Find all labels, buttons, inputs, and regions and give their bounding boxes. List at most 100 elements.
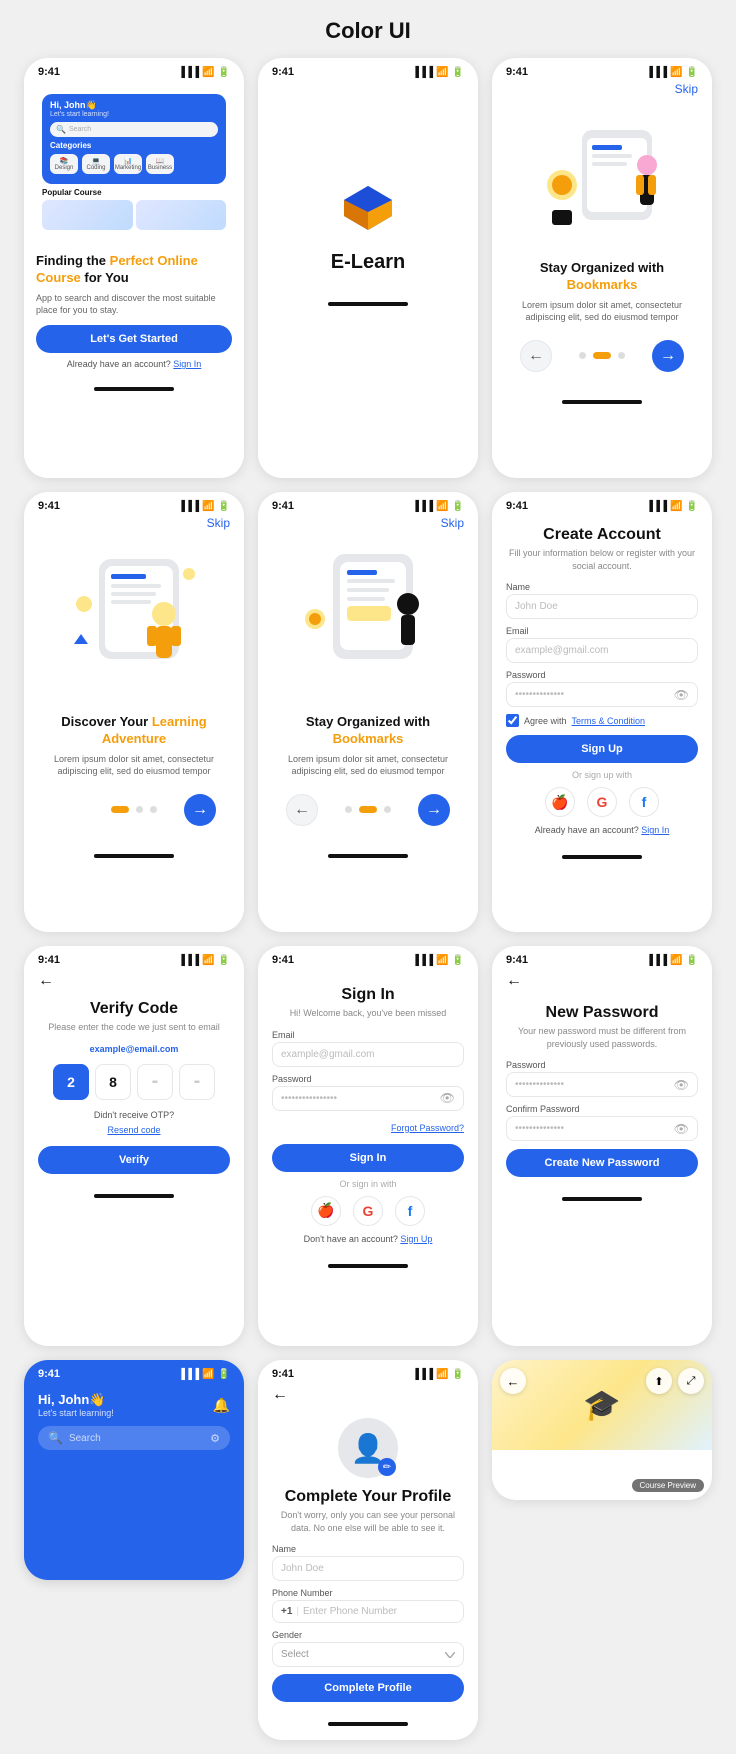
next-button-ob2[interactable]: →: [184, 794, 216, 826]
back-arrow-np[interactable]: ←: [492, 970, 712, 994]
verify-digit-3[interactable]: -: [137, 1064, 173, 1100]
onboard1-nav: ← →: [504, 332, 700, 382]
terms-link[interactable]: Terms & Condition: [572, 716, 646, 726]
skip-button-ob3[interactable]: Skip: [258, 516, 478, 534]
np-password-label: Password: [506, 1060, 698, 1070]
verify-title: Verify Code: [38, 1000, 230, 1018]
forgot-password-link[interactable]: Forgot Password?: [272, 1118, 464, 1136]
lets-get-started-button[interactable]: Let's Get Started: [36, 325, 232, 353]
verify-digit-4[interactable]: -: [179, 1064, 215, 1100]
email-label: Email: [506, 626, 698, 636]
course-share-button[interactable]: ⬆: [646, 1368, 672, 1394]
onboard2-title: Discover Your Learning Adventure: [36, 714, 232, 748]
create-new-password-button[interactable]: Create New Password: [506, 1149, 698, 1177]
cp-subtitle: Don't worry, only you can see your perso…: [272, 1509, 464, 1534]
next-button-ob1[interactable]: →: [652, 340, 684, 372]
splash-logo-icon: [340, 182, 396, 239]
signin-email-input: example@gmail.com: [272, 1042, 464, 1067]
search-placeholder: Search: [69, 126, 91, 133]
onboard2-card: 9:41 ▐▐▐📶🔋 Skip: [24, 492, 244, 932]
bell-icon[interactable]: 🔔: [213, 1397, 230, 1414]
cp-phone-label: Phone Number: [272, 1588, 464, 1598]
avatar: 👤 ✏: [338, 1418, 398, 1478]
home-card: 9:41 ▐▐▐📶🔋 Hi, John👋 Let's start learnin…: [24, 58, 244, 478]
cp-phone-input[interactable]: +1 | Enter Phone Number: [272, 1600, 464, 1623]
course-expand-button[interactable]: ⤢: [678, 1368, 704, 1394]
resend-label: Didn't receive OTP?: [38, 1110, 230, 1120]
skip-button-ob2[interactable]: Skip: [24, 516, 244, 534]
signin-email-label: Email: [272, 1030, 464, 1040]
cp-bottom-bar: [328, 1722, 408, 1726]
verify-button[interactable]: Verify: [38, 1146, 230, 1174]
np-bottom-bar: [562, 1197, 642, 1201]
already-text: Already have an account? Sign In: [506, 825, 698, 835]
onboard3-title: Stay Organized with Bookmarks: [270, 714, 466, 748]
prev-button-ob1[interactable]: ←: [520, 340, 552, 372]
signup-button[interactable]: Sign Up: [506, 735, 698, 763]
verify-bottom-bar: [94, 1194, 174, 1198]
social-icons: 🍎 G f: [506, 787, 698, 817]
signin-google-button[interactable]: G: [353, 1196, 383, 1226]
signin-subtitle: Hi! Welcome back, you've been missed: [272, 1007, 464, 1020]
status-bar-splash: 9:41 ▐▐▐📶🔋: [258, 58, 478, 82]
resend-area: Didn't receive OTP? Resend code: [38, 1110, 230, 1138]
back-arrow-verify[interactable]: ←: [24, 970, 244, 994]
signin-apple-button[interactable]: 🍎: [311, 1196, 341, 1226]
blue-search[interactable]: 🔍 ⚙: [38, 1426, 230, 1450]
signin-password-input: •••••••••••••••• 👁: [272, 1086, 464, 1111]
sign-in-link-anchor[interactable]: Sign In: [173, 359, 201, 369]
onboard2-subtitle: Lorem ipsum dolor sit amet, consectetur …: [36, 753, 232, 778]
greeting-text: Hi, John👋: [50, 100, 218, 111]
next-button-ob3[interactable]: →: [418, 794, 450, 826]
home-subtitle: App to search and discover the most suit…: [36, 292, 232, 317]
onboard2-illustration: [24, 534, 244, 704]
status-bar-verify: 9:41 ▐▐▐📶🔋: [24, 946, 244, 970]
cp-name-input: John Doe: [272, 1556, 464, 1581]
onboard3-nav: ← →: [270, 786, 466, 836]
create-account-subtitle: Fill your information below or register …: [506, 547, 698, 572]
agree-checkbox[interactable]: [506, 714, 519, 727]
status-bar-np: 9:41 ▐▐▐📶🔋: [492, 946, 712, 970]
verify-digit-2[interactable]: 8: [95, 1064, 131, 1100]
google-login-button[interactable]: G: [587, 787, 617, 817]
status-bar-ob2: 9:41 ▐▐▐📶🔋: [24, 492, 244, 516]
prev-button-ob3[interactable]: ←: [286, 794, 318, 826]
eye-icon: 👁: [674, 688, 689, 702]
ca-bottom-bar: [562, 855, 642, 859]
onboard3-illustration: [258, 534, 478, 704]
splash-bottom-bar: [328, 302, 408, 306]
verify-digit-1[interactable]: 2: [53, 1064, 89, 1100]
complete-profile-card: 9:41 ▐▐▐📶🔋 ← 👤 ✏ Complete Your Profile D…: [258, 1360, 478, 1740]
np-password-input: •••••••••••••• 👁: [506, 1072, 698, 1097]
signup-link-signin[interactable]: Sign Up: [400, 1234, 432, 1244]
complete-profile-button[interactable]: Complete Profile: [272, 1674, 464, 1702]
signin-facebook-button[interactable]: f: [395, 1196, 425, 1226]
status-bar-cp: 9:41 ▐▐▐📶🔋: [258, 1360, 478, 1384]
signin-link[interactable]: Sign In: [641, 825, 669, 835]
onboard3-card: 9:41 ▐▐▐📶🔋 Skip: [258, 492, 478, 932]
onboard1-illustration: [492, 100, 712, 250]
home-title: Finding the Perfect Online Course for Yo…: [36, 253, 232, 287]
cp-gender-select[interactable]: Select Male Female: [272, 1642, 464, 1667]
resend-link[interactable]: Resend code: [107, 1125, 160, 1135]
np-confirm-input: •••••••••••••• 👁: [506, 1116, 698, 1141]
skip-button-ob1[interactable]: Skip: [492, 82, 712, 100]
signin-social-icons: 🍎 G f: [272, 1196, 464, 1226]
course-preview-label-badge: Course Preview: [632, 1479, 704, 1492]
avatar-edit-button[interactable]: ✏: [378, 1458, 396, 1476]
apple-login-button[interactable]: 🍎: [545, 787, 575, 817]
signin-title: Sign In: [272, 986, 464, 1004]
status-bar-hb: 9:41 ▐▐▐📶🔋: [24, 1360, 244, 1384]
popular-label: Popular Course: [42, 188, 226, 197]
verify-inputs: 2 8 - -: [38, 1064, 230, 1100]
onboard1-card: 9:41 ▐▐▐📶🔋 Skip: [492, 58, 712, 478]
course-back-button[interactable]: ←: [500, 1368, 526, 1394]
onboard1-title: Stay Organized with Bookmarks: [504, 260, 700, 294]
signin-button[interactable]: Sign In: [272, 1144, 464, 1172]
signin-password-label: Password: [272, 1074, 464, 1084]
signin-card: 9:41 ▐▐▐📶🔋 Sign In Hi! Welcome back, you…: [258, 946, 478, 1346]
back-arrow-cp[interactable]: ←: [258, 1384, 478, 1408]
search-input[interactable]: [69, 1433, 204, 1444]
categories-label: Categories: [50, 141, 218, 150]
facebook-login-button[interactable]: f: [629, 787, 659, 817]
